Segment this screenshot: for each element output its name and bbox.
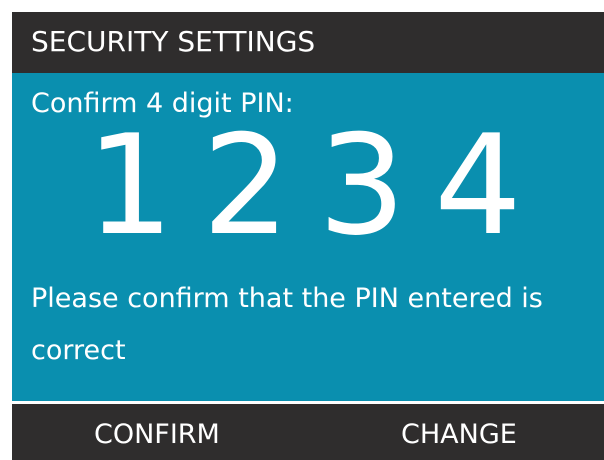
change-button[interactable]: CHANGE: [401, 418, 517, 452]
confirmation-message: Please confirm that the PIN entered is c…: [31, 283, 543, 366]
pin-digit-4: 4: [434, 105, 522, 266]
pin-display: 1 2 3 4: [72, 105, 536, 266]
pin-confirmation-panel: Confirm 4 digit PIN: 1 2 3 4 Please conf…: [12, 73, 604, 401]
pin-digit-3: 3: [318, 105, 406, 266]
device-screen: SECURITY SETTINGS Confirm 4 digit PIN: 1…: [12, 12, 604, 460]
softkey-bar: CONFIRM CHANGE: [12, 404, 604, 460]
header-bar: SECURITY SETTINGS: [12, 12, 604, 73]
confirm-button[interactable]: CONFIRM: [94, 418, 220, 452]
screen-title: SECURITY SETTINGS: [31, 25, 316, 58]
pin-digit-2: 2: [202, 105, 290, 266]
pin-digit-1: 1: [86, 105, 174, 266]
